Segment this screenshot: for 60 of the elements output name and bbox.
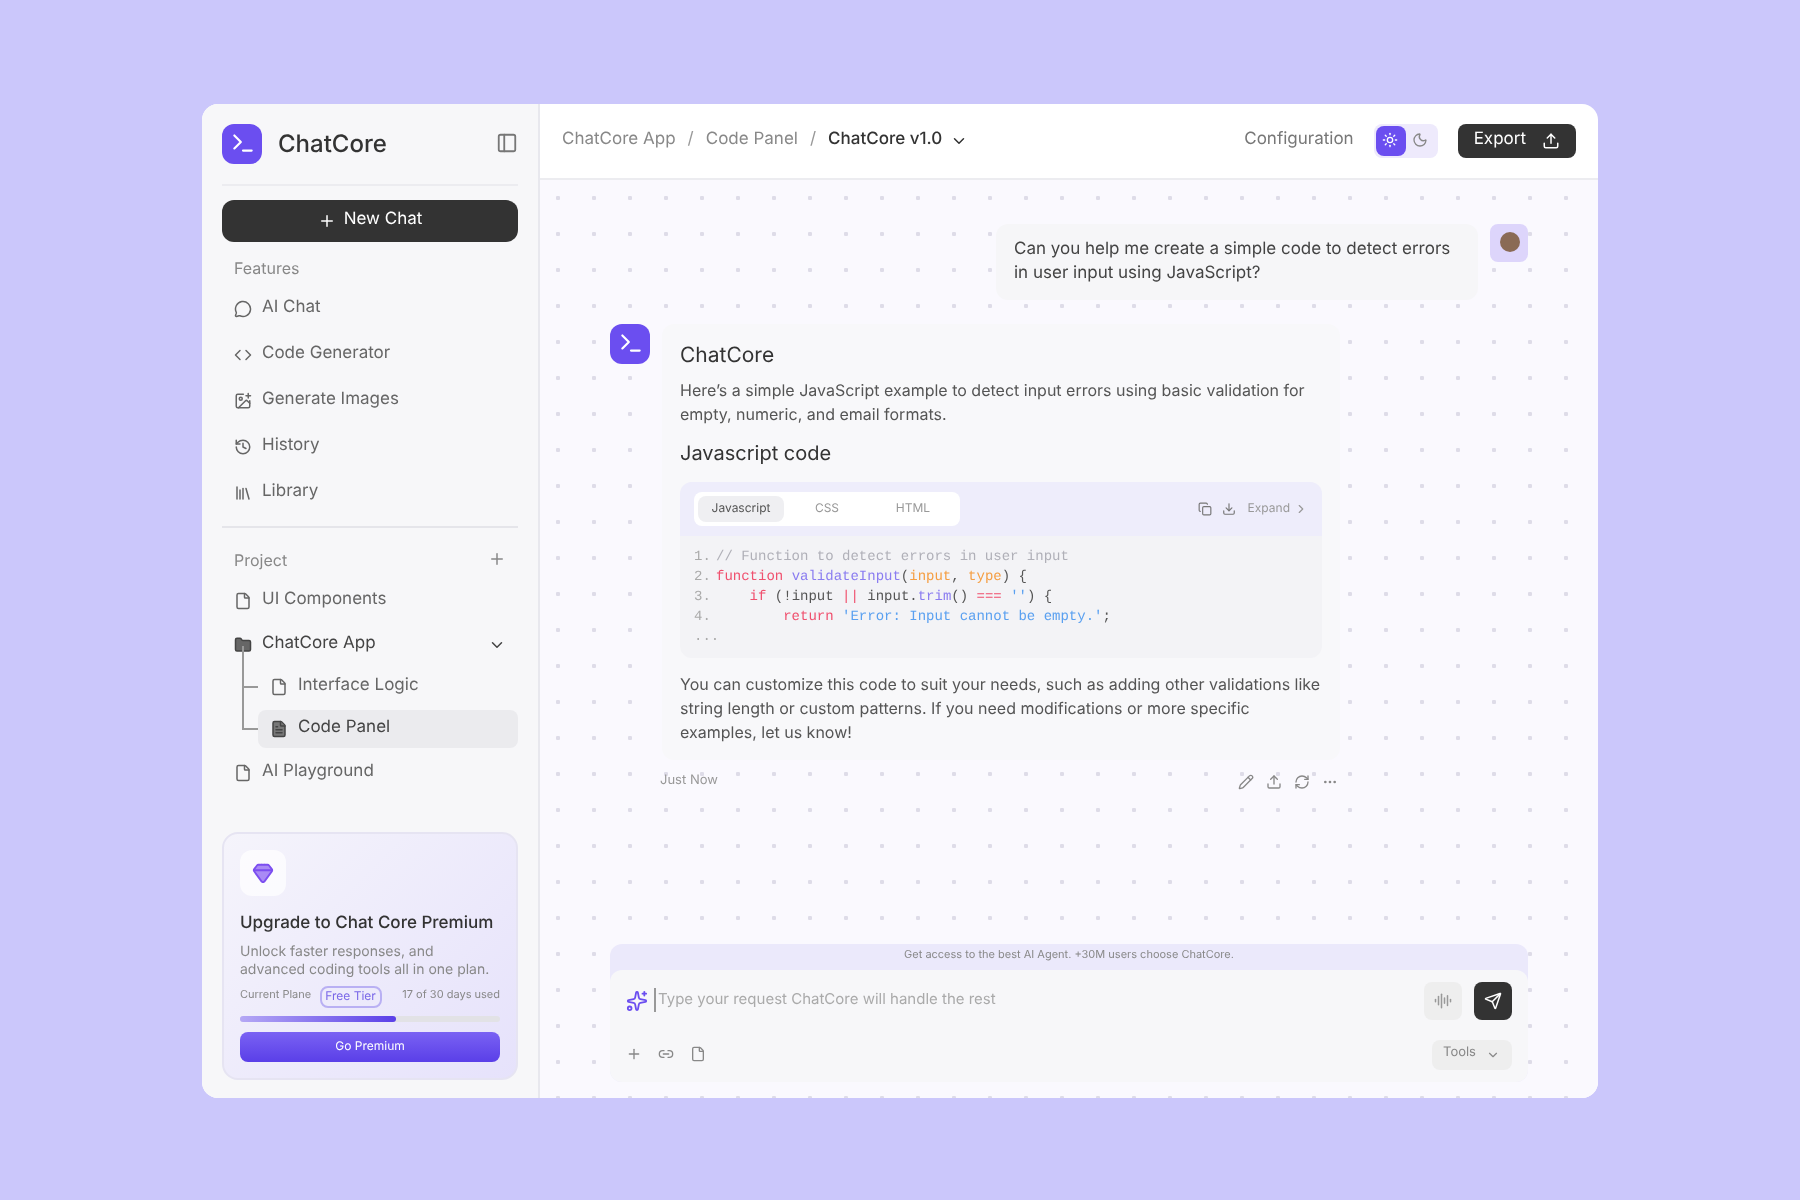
upload-icon [1542, 131, 1560, 149]
file-icon [270, 719, 288, 737]
sidebar-item[interactable]: AI Chat [222, 285, 518, 331]
code-heading: Javascript code [680, 440, 834, 471]
assistant-name: ChatCore [680, 339, 777, 371]
project-item[interactable]: Interface Logic [258, 667, 518, 705]
project-item[interactable]: Code Panel [258, 709, 518, 747]
project-item[interactable]: ChatCore App [222, 623, 518, 665]
project-item[interactable]: AI Playground [222, 751, 518, 793]
plus-icon [317, 211, 336, 229]
image-icon [234, 391, 252, 409]
sidebar-item[interactable]: Code Generator [222, 331, 518, 377]
chevron-icon [1486, 1047, 1500, 1061]
link-icon[interactable] [658, 1046, 674, 1062]
message-text: Here’s a simple JavaScript example to detect input errors using basic validation for empty, numeric, and email formats. [680, 378, 1307, 427]
breadcrumb-separator: / [687, 127, 694, 153]
breadcrumb-link[interactable]: ChatCore App [562, 127, 676, 153]
chat-icon [234, 299, 252, 317]
project-item[interactable]: UI Components [222, 579, 518, 621]
code-icon [234, 345, 252, 363]
regenerate-icon[interactable] [1294, 774, 1310, 791]
file-icon [234, 591, 252, 609]
sun-icon[interactable] [1375, 125, 1406, 155]
send-icon [1484, 991, 1502, 1009]
download-icon[interactable] [1221, 502, 1236, 517]
folder-icon [234, 635, 252, 653]
gem-icon [240, 849, 286, 896]
add-icon[interactable] [626, 1046, 642, 1062]
avatar-icon [1490, 223, 1528, 261]
send-button[interactable] [1474, 981, 1512, 1019]
section-label: Features [234, 255, 302, 279]
export-button[interactable]: Export [1457, 123, 1576, 157]
voice-icon[interactable] [1424, 981, 1462, 1019]
sidebar-item[interactable]: History [222, 423, 518, 469]
copy-icon[interactable] [1197, 502, 1212, 517]
message-text: You can customize this code to suit your needs, such as adding other validations like string length or custom patterns. If you need modifications or more specific examples, let us know! [680, 672, 1322, 745]
file-icon[interactable] [690, 1046, 706, 1062]
user-message: Can you help me create a simple code to detect errors in user input using JavaScript? [996, 223, 1478, 299]
add-project-icon[interactable] [488, 550, 506, 568]
library-icon [234, 483, 252, 501]
section-label: Project [234, 547, 288, 571]
share-icon[interactable] [1266, 774, 1282, 791]
configuration-link[interactable]: Configuration [1244, 127, 1354, 153]
chevron-icon [1294, 502, 1308, 517]
breadcrumb-link[interactable]: Code Panel [705, 127, 798, 153]
new-chat-button[interactable]: New Chat [222, 199, 518, 241]
edit-icon[interactable] [1238, 774, 1254, 791]
sidebar-item[interactable]: Library [222, 469, 518, 515]
logo-icon [222, 123, 262, 163]
brand-name: ChatCore [278, 125, 389, 161]
logo-icon [610, 323, 650, 363]
sidebar-toggle-icon[interactable] [496, 132, 518, 154]
sparkle-icon [626, 989, 648, 1011]
file-icon [234, 763, 252, 781]
sidebar-item[interactable]: Generate Images [222, 377, 518, 423]
upgrade-title: Upgrade to Chat Core Premium [240, 911, 496, 937]
history-icon [234, 437, 252, 455]
breadcrumb-separator: / [809, 127, 817, 153]
file-icon [270, 677, 288, 695]
breadcrumb-link[interactable]: ChatCore v1.0 [828, 127, 969, 153]
